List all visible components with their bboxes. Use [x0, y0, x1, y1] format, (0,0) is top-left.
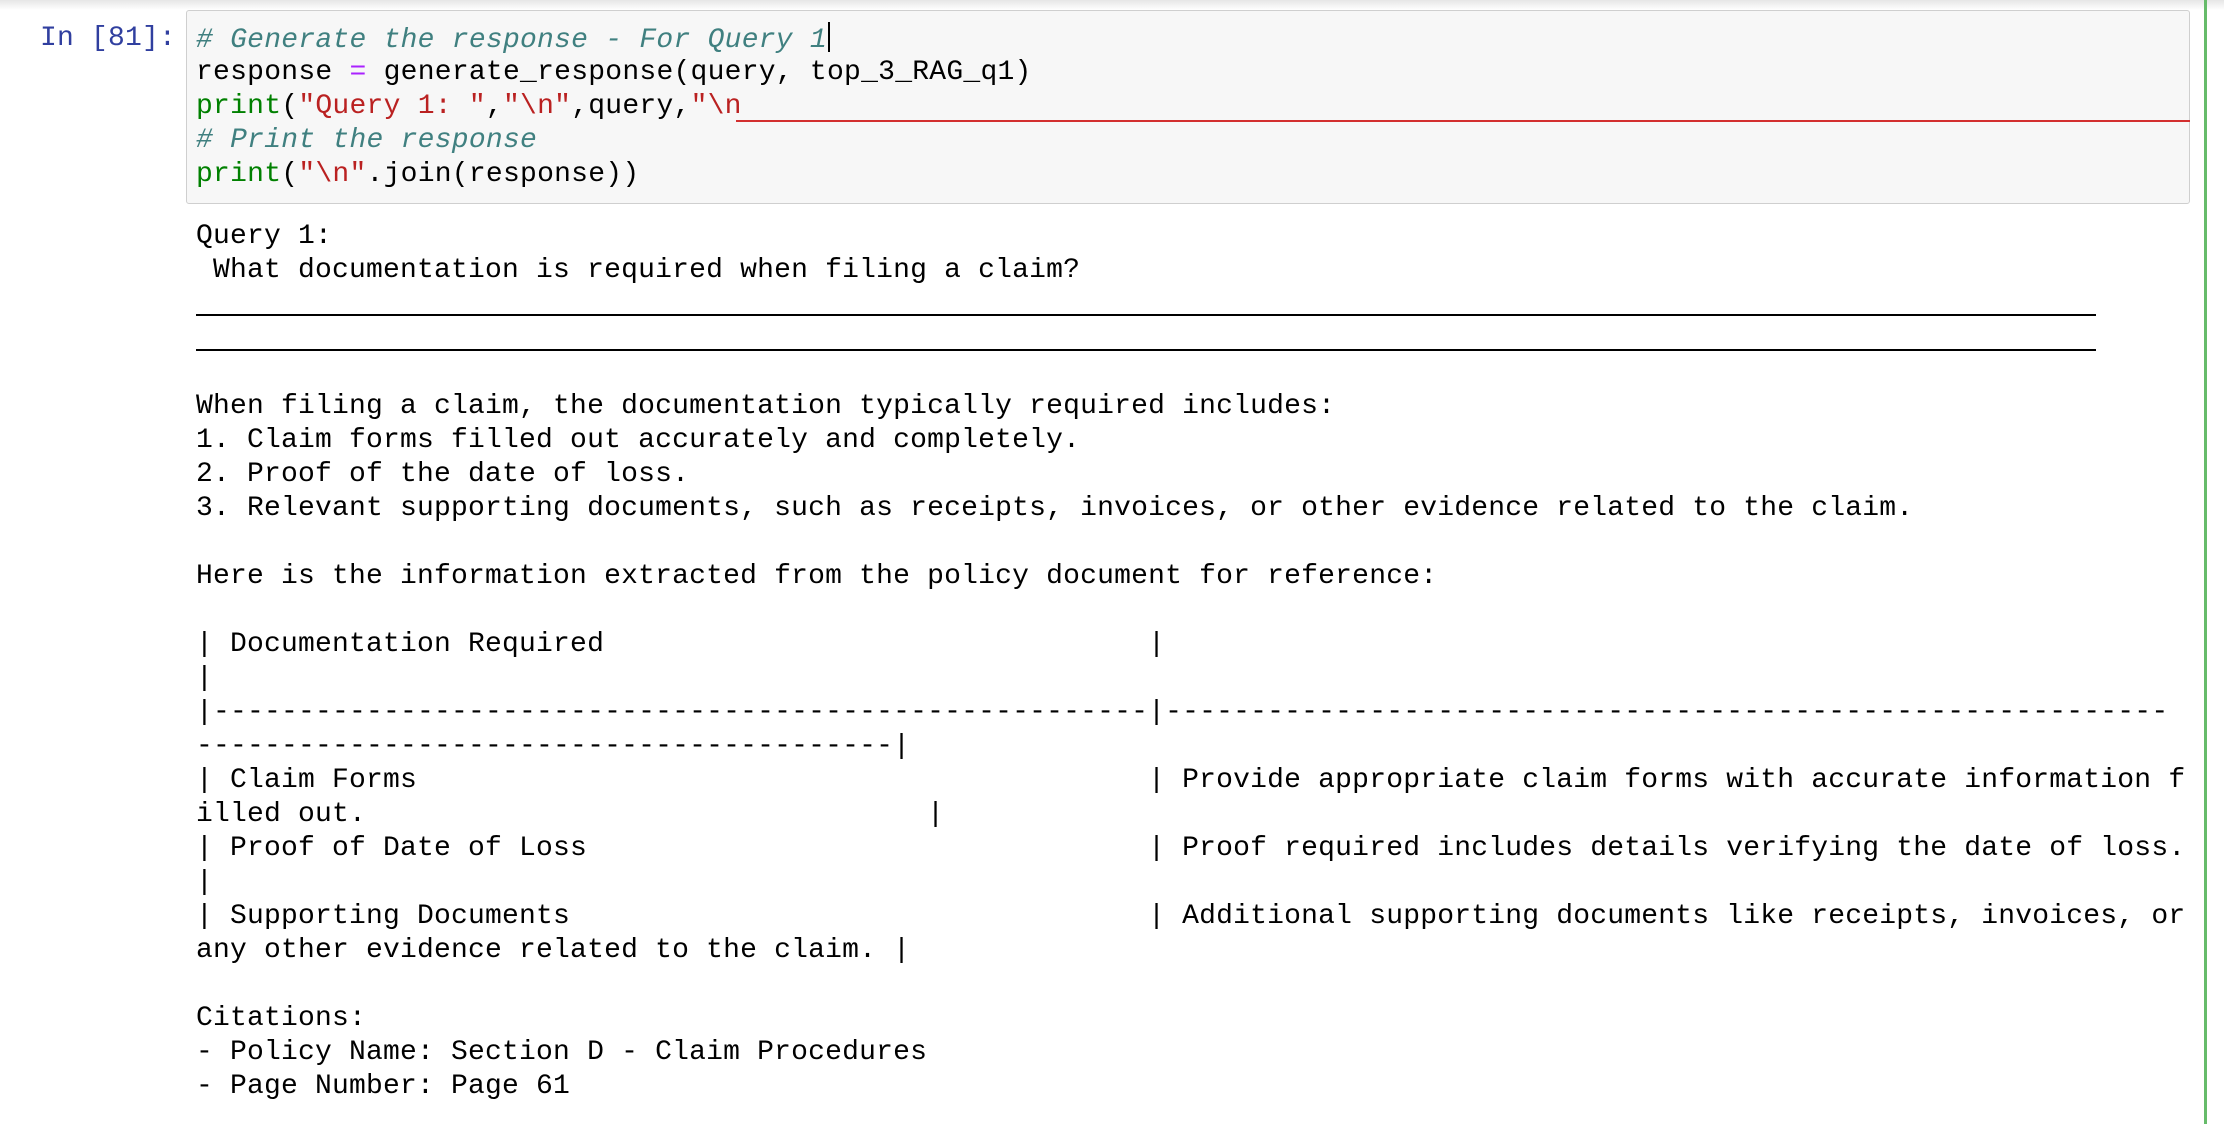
output-item-1: 1. Claim forms filled out accurately and… — [196, 425, 1081, 456]
output-item-3: 3. Relevant supporting documents, such a… — [196, 493, 1914, 524]
cell-selection-border — [2204, 0, 2207, 1124]
table-line-7: | Proof of Date of Loss | Proof required… — [196, 833, 2186, 864]
code-string: "\n" — [502, 91, 572, 122]
table-line-6: illed out. | — [196, 799, 945, 830]
table-line-5: | Claim Forms | Provide appropriate clai… — [196, 765, 2186, 796]
syntax-error-underline — [736, 120, 2190, 122]
code-paren: ( — [281, 159, 299, 190]
code-operator: = — [349, 57, 367, 88]
output-query-label: Query 1: — [196, 221, 333, 252]
output-citation-2: - Page Number: Page 61 — [196, 1071, 571, 1102]
output-separator-1 — [196, 314, 2096, 316]
code-line-2[interactable]: response = generate_response(query, top_… — [196, 56, 1032, 90]
code-paren: ( — [281, 91, 299, 122]
code-string: "Query 1: " — [298, 91, 486, 122]
code-line-1[interactable]: # Generate the response - For Query 1 — [196, 22, 830, 58]
output-intro: When filing a claim, the documentation t… — [196, 391, 1336, 422]
table-line-4: ----------------------------------------… — [196, 731, 911, 762]
table-line-2: | — [196, 663, 214, 694]
code-line-4[interactable]: # Print the response — [196, 124, 537, 158]
table-line-3: |---------------------------------------… — [196, 697, 2169, 728]
code-call: generate_response(query, top_3_RAG_q1) — [383, 57, 1032, 88]
text-cursor — [827, 22, 830, 52]
code-comment: # Generate the response - For Query 1 — [196, 25, 827, 56]
input-prompt: In [81]: — [40, 23, 177, 54]
output-separator-2 — [196, 349, 2096, 351]
output-item-2: 2. Proof of the date of loss. — [196, 459, 690, 490]
table-line-8: | — [196, 867, 214, 898]
code-variable: response — [196, 57, 333, 88]
output-citation-1: - Policy Name: Section D - Claim Procedu… — [196, 1037, 928, 1068]
code-string: "\n" — [298, 159, 367, 190]
code-keyword: print — [196, 91, 282, 122]
code-line-5[interactable]: print("\n".join(response)) — [196, 158, 639, 192]
code-string-unterminated: "\n — [690, 91, 742, 122]
code-line-3[interactable]: print("Query 1: ","\n",query,"\n — [196, 90, 742, 124]
notebook-code-cell[interactable]: In [81]: # Generate the response - For Q… — [0, 0, 2224, 1124]
output-table-intro: Here is the information extracted from t… — [196, 561, 1438, 592]
code-args: ,query, — [571, 91, 691, 122]
output-query-text: What documentation is required when fili… — [196, 255, 1081, 286]
table-line-1: | Documentation Required | — [196, 629, 1166, 660]
table-line-9: | Supporting Documents | Additional supp… — [196, 901, 2186, 932]
output-citations-label: Citations: — [196, 1003, 367, 1034]
code-call: .join(response)) — [366, 159, 640, 190]
code-comment: # Print the response — [196, 125, 538, 156]
code-keyword: print — [196, 159, 282, 190]
table-line-10: any other evidence related to the claim.… — [196, 935, 911, 966]
code-comma: , — [485, 91, 503, 122]
